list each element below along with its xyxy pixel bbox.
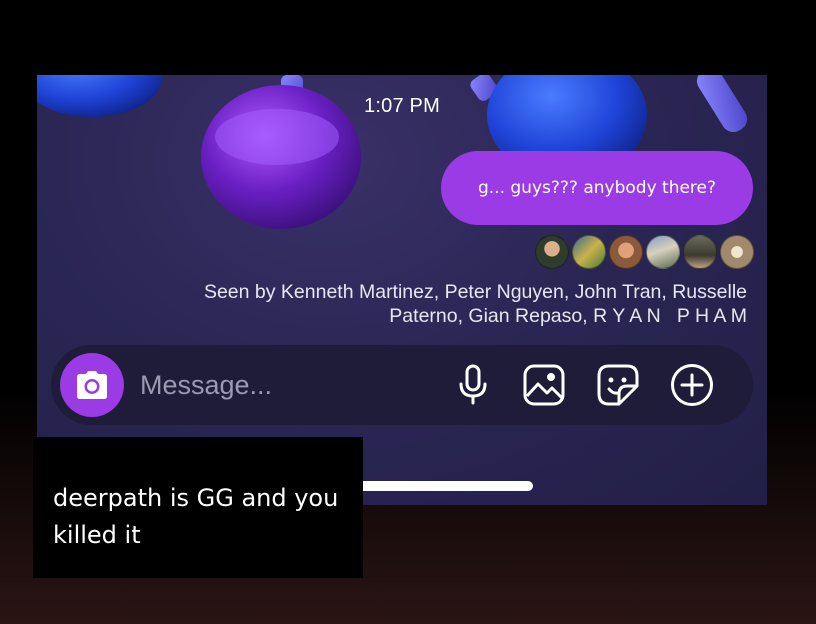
message-timestamp: 1:07 PM [364, 95, 440, 117]
image-icon [523, 364, 565, 406]
sticker-button[interactable] [596, 363, 640, 407]
avatar[interactable] [683, 235, 717, 269]
seen-by-avatars[interactable] [535, 235, 754, 269]
sent-message-bubble[interactable]: g... guys??? anybody there? [441, 151, 753, 225]
message-text: g... guys??? anybody there? [477, 178, 717, 198]
avatar[interactable] [609, 235, 643, 269]
avatar[interactable] [572, 235, 606, 269]
avatar[interactable] [646, 235, 680, 269]
seen-by-line: Seen by Kenneth Martinez, Peter Nguyen, … [203, 281, 747, 303]
camera-icon [77, 371, 107, 399]
caption-box: deerpath is GG and you killed it [33, 437, 363, 578]
add-icon [671, 364, 713, 406]
add-button[interactable] [670, 363, 714, 407]
avatar[interactable] [535, 235, 569, 269]
sticker-icon [597, 364, 639, 406]
camera-button[interactable] [60, 353, 124, 417]
microphone-button[interactable] [451, 363, 495, 407]
gallery-button[interactable] [522, 363, 566, 407]
message-composer [51, 345, 753, 425]
avatar[interactable] [720, 235, 754, 269]
seen-by-line: Paterno, Gian Repaso, R Y A N P H A M [389, 305, 747, 327]
seen-by-text: Seen by Kenneth Martinez, Peter Nguyen, … [97, 280, 747, 328]
message-input[interactable] [140, 367, 370, 403]
caption-text: deerpath is GG and you killed it [53, 484, 339, 549]
microphone-icon [459, 364, 487, 405]
